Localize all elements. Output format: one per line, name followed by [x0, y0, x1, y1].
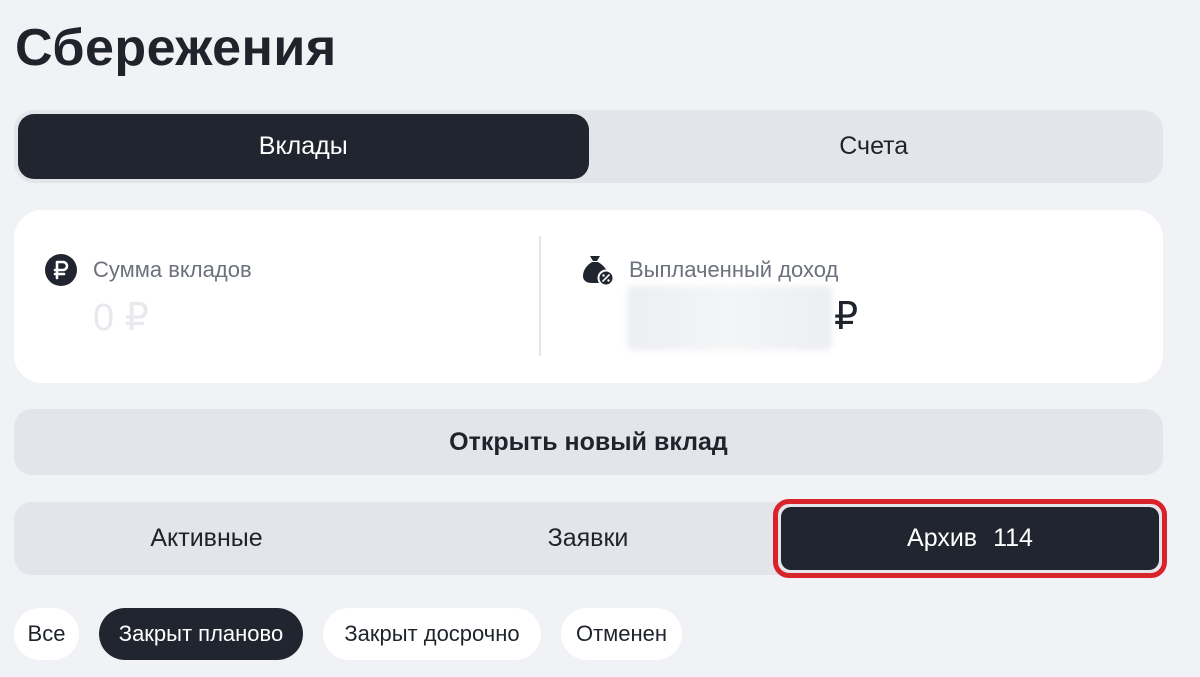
- tab-active-deposits[interactable]: Активные: [14, 502, 399, 575]
- money-bag-percent-icon: [583, 256, 615, 287]
- tab-archive-count: 114: [993, 524, 1033, 552]
- tab-deposits[interactable]: Вклады: [18, 114, 589, 179]
- ruble-coin-icon: [45, 254, 77, 286]
- deposits-sum-label: Сумма вкладов: [93, 257, 252, 282]
- tab-requests[interactable]: Заявки: [399, 502, 777, 575]
- tab-archive-highlight: Архив 114: [773, 499, 1167, 578]
- tab-accounts[interactable]: Счета: [589, 114, 1160, 179]
- page-title: Сбережения: [15, 19, 337, 77]
- paid-income-currency: ₽: [834, 296, 859, 338]
- filter-cancelled[interactable]: Отменен: [561, 608, 682, 660]
- filter-closed-early[interactable]: Закрыт досрочно: [323, 608, 541, 660]
- savings-type-switcher: Вклады Счета: [14, 110, 1163, 183]
- deposits-summary-card: Сумма вкладов 0 ₽ Выплаченный доход ₽: [14, 210, 1163, 383]
- summary-divider: [539, 236, 541, 356]
- open-new-deposit-button[interactable]: Открыть новый вклад: [14, 409, 1163, 475]
- filter-closed-planned[interactable]: Закрыт планово: [99, 608, 303, 660]
- paid-income-label: Выплаченный доход: [629, 257, 839, 282]
- filter-all[interactable]: Все: [14, 608, 79, 660]
- tab-archive[interactable]: Архив 114: [781, 507, 1159, 570]
- tab-archive-label: Архив: [907, 524, 978, 552]
- paid-income-value-hidden: [627, 286, 832, 350]
- deposits-sum-value: 0 ₽: [93, 297, 149, 339]
